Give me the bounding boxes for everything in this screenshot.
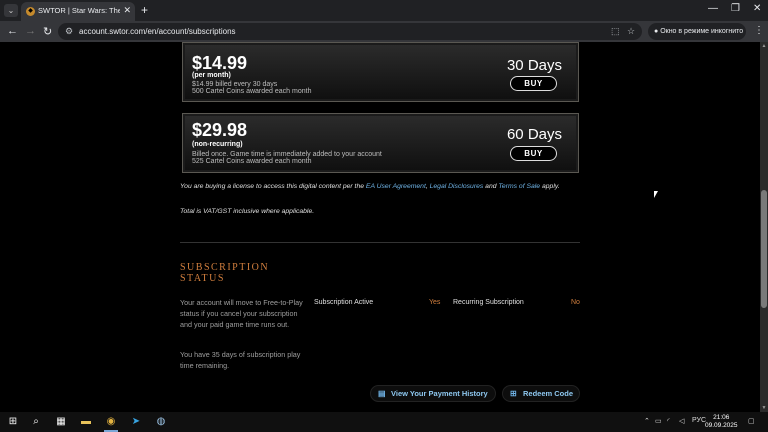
payment-history-label: View Your Payment History — [391, 389, 488, 398]
terms-of-sale-link[interactable]: Terms of Sale — [498, 183, 540, 190]
windows-taskbar: ⊞ ⌕ ▦ ▬ ◉ ➤ ◍ ⌃ ▭ ◜ ◁ РУС 21:06 09.09.20… — [0, 412, 768, 432]
plan-price: $29.98 — [192, 120, 248, 140]
browser-tab-bar: ⌄ ◆ SWTOR | Star Wars: The Old Re ✕ + — … — [0, 0, 768, 21]
url-text[interactable]: account.swtor.com/en/account/subscriptio… — [79, 27, 236, 36]
legal-disclosures-link[interactable]: Legal Disclosures — [430, 183, 484, 190]
recurring-subscription-label: Recurring Subscription — [453, 299, 524, 306]
windows-start-icon[interactable]: ⊞ — [6, 415, 20, 429]
telegram-icon[interactable]: ➤ — [129, 415, 143, 429]
separator: , — [425, 183, 428, 190]
network-icon[interactable]: ▭ — [655, 417, 662, 425]
calculator-icon[interactable]: ▦ — [54, 415, 68, 429]
tab-close-icon[interactable]: ✕ — [123, 5, 131, 16]
plan-card-60-days: $29.98 (non-recurring) Billed once. Game… — [182, 113, 579, 173]
plan-period: (per month) — [192, 72, 231, 79]
swtor-favicon-icon: ◆ — [26, 7, 35, 16]
ea-user-agreement-link[interactable]: EA User Agreement — [366, 183, 426, 190]
chrome-icon[interactable]: ◉ — [104, 415, 118, 429]
minimize-icon[interactable]: — — [708, 3, 718, 14]
plan-card-30-days: $14.99 (per month) $14.99 billed every 3… — [182, 42, 579, 102]
plan-coins: 500 Cartel Coins awarded each month — [192, 88, 312, 95]
notifications-icon[interactable]: ▢ — [748, 417, 755, 425]
mouse-cursor-icon — [654, 191, 658, 198]
plan-coins: 525 Cartel Coins awarded each month — [192, 158, 312, 165]
wifi-icon[interactable]: ◜ — [667, 417, 670, 425]
vat-notice: Total is VAT/GST inclusive where applica… — [180, 208, 315, 215]
subscription-status-title: SUBSCRIPTION STATUS — [180, 262, 270, 284]
view-payment-history-button[interactable]: ▤ View Your Payment History — [370, 385, 496, 402]
section-divider — [180, 242, 580, 243]
tab-search-icon[interactable]: ⌄ — [4, 4, 18, 17]
steam-icon[interactable]: ◍ — [154, 415, 168, 429]
scrollbar-thumb[interactable] — [761, 190, 767, 308]
input-language[interactable]: РУС — [692, 417, 706, 424]
plan-days: 30 Days — [506, 57, 562, 74]
tray-overflow-icon[interactable]: ⌃ — [644, 417, 650, 425]
incognito-label: Окно в режиме инкогнито — [660, 28, 744, 35]
address-bar[interactable]: ⚙ account.swtor.com/en/account/subscript… — [58, 23, 642, 40]
page-scrollbar[interactable]: ▲ ▼ — [760, 42, 768, 412]
reload-icon[interactable]: ↻ — [43, 25, 52, 38]
tab-title: SWTOR | Star Wars: The Old Re — [38, 6, 120, 15]
plan-billing: Billed once. Game time is immediately ad… — [192, 151, 382, 158]
browser-tab[interactable]: ◆ SWTOR | Star Wars: The Old Re ✕ — [21, 2, 135, 21]
incognito-badge[interactable]: ● Окно в режиме инкогнито — [648, 23, 746, 40]
license-notice: You are buying a license to access this … — [180, 182, 580, 191]
plan-price: $14.99 — [192, 53, 248, 73]
plan-days: 60 Days — [506, 126, 562, 143]
free-to-play-note: Your account will move to Free-to-Play s… — [180, 298, 303, 329]
translate-icon[interactable]: ⬚ — [611, 26, 620, 37]
clock-time: 21:06 — [713, 414, 730, 421]
scroll-down-icon[interactable]: ▼ — [760, 405, 768, 411]
subscription-active-label: Subscription Active — [314, 299, 374, 306]
play-time-remaining: You have 35 days of subscription play ti… — [180, 350, 301, 370]
browser-menu-icon[interactable]: ⋮ — [754, 25, 764, 36]
forward-icon[interactable]: → — [25, 25, 36, 37]
scroll-up-icon[interactable]: ▲ — [760, 43, 768, 49]
incognito-icon: ● — [654, 28, 659, 35]
back-icon[interactable]: ← — [7, 25, 18, 37]
system-clock[interactable]: 21:06 09.09.2025 — [705, 414, 738, 430]
page-viewport: $14.99 (per month) $14.99 billed every 3… — [0, 42, 760, 412]
redeem-code-label: Redeem Code — [523, 389, 574, 398]
plan-billing: $14.99 billed every 30 days — [192, 81, 278, 88]
volume-icon[interactable]: ◁ — [679, 417, 684, 425]
site-info-icon[interactable]: ⚙ — [65, 26, 73, 37]
document-icon: ▤ — [378, 389, 386, 398]
browser-toolbar: ← → ↻ ⚙ account.swtor.com/en/account/sub… — [0, 21, 768, 42]
plan-period: (non-recurring) — [192, 141, 243, 148]
clock-date: 09.09.2025 — [705, 422, 738, 429]
buy-button[interactable]: BUY — [510, 76, 557, 91]
conjunction: and — [485, 183, 497, 190]
window-close-icon[interactable]: ✕ — [753, 3, 761, 14]
restore-icon[interactable]: ❐ — [731, 3, 740, 14]
recurring-subscription-value: No — [571, 299, 580, 306]
file-explorer-icon[interactable]: ▬ — [79, 415, 93, 429]
subscription-active-value: Yes — [429, 299, 441, 306]
gift-icon: ⊞ — [510, 389, 517, 398]
redeem-code-button[interactable]: ⊞ Redeem Code — [502, 385, 580, 402]
search-icon[interactable]: ⌕ — [29, 415, 43, 429]
license-suffix: apply. — [541, 183, 560, 190]
buy-button[interactable]: BUY — [510, 146, 557, 161]
new-tab-icon[interactable]: + — [141, 3, 148, 17]
bookmark-star-icon[interactable]: ☆ — [627, 26, 635, 37]
license-text: You are buying a license to access this … — [180, 183, 365, 190]
